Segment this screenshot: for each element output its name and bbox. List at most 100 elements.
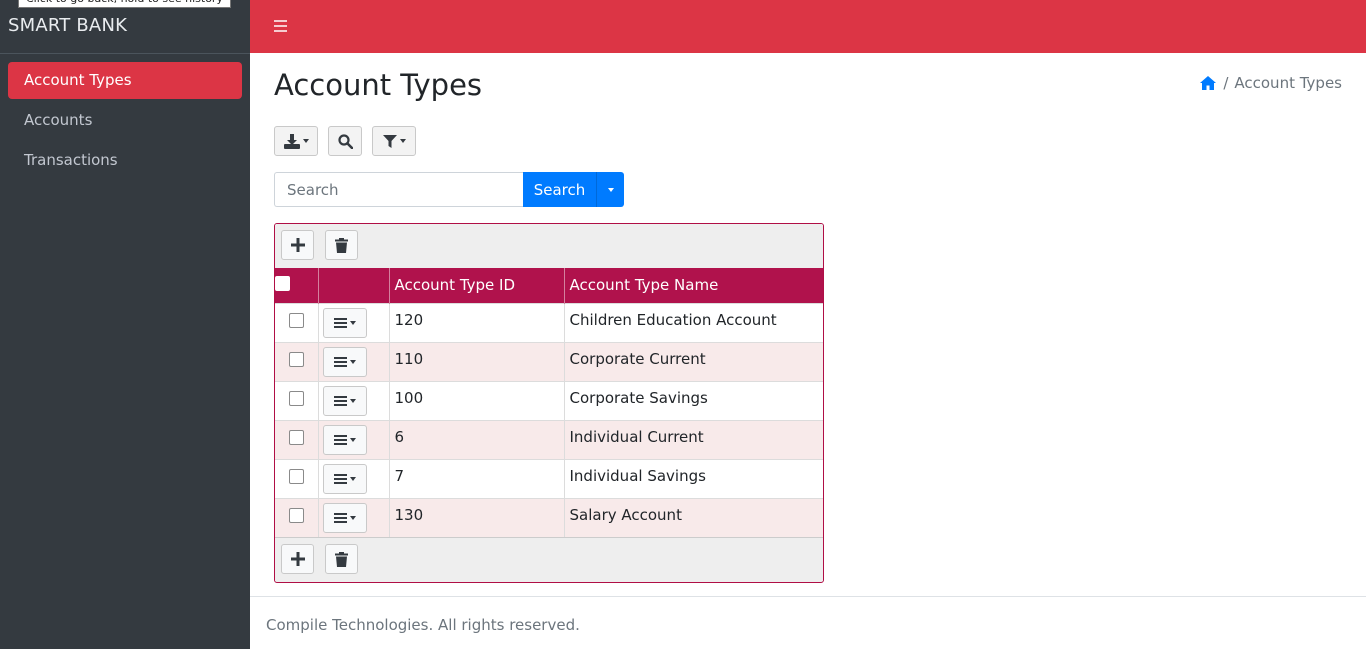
row-actions-button[interactable]	[322, 502, 367, 533]
row-actions-cell	[318, 497, 390, 537]
data-table: Account Type ID Account Type Name 120 Ch…	[275, 268, 823, 537]
brand-divider	[0, 53, 250, 54]
plus-icon	[290, 552, 305, 566]
cell-account-type-id: 7	[389, 458, 565, 498]
row-actions-cell	[318, 341, 390, 381]
row-actions-cell	[318, 419, 390, 459]
page-title: Account Types	[274, 68, 483, 102]
row-actions-button[interactable]	[322, 463, 367, 494]
table-row: 120 Children Education Account	[275, 302, 823, 342]
sidebar-item-transactions[interactable]: Transactions	[8, 142, 242, 179]
list-icon	[333, 434, 347, 445]
row-actions-cell	[318, 302, 390, 342]
cell-account-type-name: Children Education Account	[564, 302, 823, 342]
list-icon	[333, 317, 347, 328]
list-icon	[333, 473, 347, 484]
cell-account-type-name: Corporate Current	[564, 341, 823, 381]
cell-account-type-name: Individual Current	[564, 419, 823, 459]
chevron-down-icon	[349, 476, 356, 481]
brand-title[interactable]: SMART BANK	[8, 15, 127, 36]
add-button[interactable]	[281, 544, 314, 574]
row-checkbox[interactable]	[288, 312, 304, 328]
sidebar-item-account-types[interactable]: Account Types	[8, 62, 242, 99]
row-select-cell	[275, 341, 319, 381]
row-select-cell	[275, 419, 319, 459]
hamburger-icon[interactable]	[274, 20, 287, 32]
row-select-cell	[275, 458, 319, 498]
plus-icon	[290, 238, 305, 252]
table-row: 6 Individual Current	[275, 419, 823, 459]
add-button[interactable]	[281, 230, 314, 260]
column-header-id[interactable]: Account Type ID	[389, 268, 565, 303]
row-actions-cell	[318, 380, 390, 420]
row-checkbox[interactable]	[288, 351, 304, 367]
chevron-down-icon	[349, 320, 356, 325]
filter-icon	[382, 134, 397, 148]
row-actions-button[interactable]	[322, 307, 367, 338]
list-icon	[333, 356, 347, 367]
actions-header	[318, 268, 390, 303]
list-icon	[333, 395, 347, 406]
search-options-dropdown[interactable]	[596, 172, 624, 207]
delete-button[interactable]	[325, 230, 358, 260]
top-navbar	[250, 0, 1366, 53]
download-icon	[283, 133, 300, 149]
chevron-down-icon	[349, 437, 356, 442]
chevron-down-icon	[349, 398, 356, 403]
row-actions-button[interactable]	[322, 346, 367, 377]
row-checkbox[interactable]	[288, 429, 304, 445]
filter-button[interactable]	[372, 126, 416, 156]
row-actions-button[interactable]	[322, 424, 367, 455]
chevron-down-icon	[399, 139, 406, 143]
table-row: 130 Salary Account	[275, 497, 823, 537]
row-select-cell	[275, 380, 319, 420]
breadcrumb-current: Account Types	[1234, 74, 1342, 92]
cell-account-type-name: Individual Savings	[564, 458, 823, 498]
grid-toolbar-bottom	[275, 537, 823, 581]
cell-account-type-id: 110	[389, 341, 565, 381]
row-actions-cell	[318, 458, 390, 498]
row-checkbox[interactable]	[288, 507, 304, 523]
select-all-checkbox[interactable]	[275, 275, 290, 291]
home-icon[interactable]	[1199, 75, 1217, 91]
account-types-grid: Account Type ID Account Type Name 120 Ch…	[274, 223, 824, 583]
cell-account-type-id: 6	[389, 419, 565, 459]
cell-account-type-id: 100	[389, 380, 565, 420]
chevron-down-icon	[349, 515, 356, 520]
search-button[interactable]: Search	[523, 172, 596, 207]
delete-button[interactable]	[325, 544, 358, 574]
row-select-cell	[275, 497, 319, 537]
table-row: 100 Corporate Savings	[275, 380, 823, 420]
breadcrumb: / Account Types	[1199, 74, 1342, 92]
chevron-down-icon	[349, 359, 356, 364]
breadcrumb-separator: /	[1223, 74, 1229, 92]
chevron-down-icon	[302, 139, 309, 143]
chevron-down-icon	[607, 187, 614, 192]
column-header-name[interactable]: Account Type Name	[564, 268, 823, 303]
grid-toolbar-top	[275, 224, 823, 268]
sidebar-nav: Account Types Accounts Transactions	[8, 62, 242, 182]
cell-account-type-name: Corporate Savings	[564, 380, 823, 420]
row-actions-button[interactable]	[322, 385, 367, 416]
sidebar-item-accounts[interactable]: Accounts	[8, 102, 242, 139]
row-select-cell	[275, 302, 319, 342]
table-row: 7 Individual Savings	[275, 458, 823, 498]
back-button-tooltip: Click to go back, hold to see history	[18, 0, 231, 8]
trash-icon	[335, 551, 348, 567]
select-all-cell	[275, 268, 319, 303]
cell-account-type-name: Salary Account	[564, 497, 823, 537]
cell-account-type-id: 130	[389, 497, 565, 537]
row-checkbox[interactable]	[288, 390, 304, 406]
table-header-row: Account Type ID Account Type Name	[275, 268, 823, 303]
table-row: 110 Corporate Current	[275, 341, 823, 381]
search-icon	[337, 133, 353, 149]
list-icon	[333, 512, 347, 523]
export-button[interactable]	[274, 126, 318, 156]
search-toggle-button[interactable]	[328, 126, 362, 156]
row-checkbox[interactable]	[288, 468, 304, 484]
footer: Compile Technologies. All rights reserve…	[250, 596, 1366, 649]
search-input[interactable]	[274, 172, 524, 207]
footer-text: Compile Technologies. All rights reserve…	[266, 616, 580, 634]
cell-account-type-id: 120	[389, 302, 565, 342]
sidebar: SMART BANK Click to go back, hold to see…	[0, 0, 250, 649]
